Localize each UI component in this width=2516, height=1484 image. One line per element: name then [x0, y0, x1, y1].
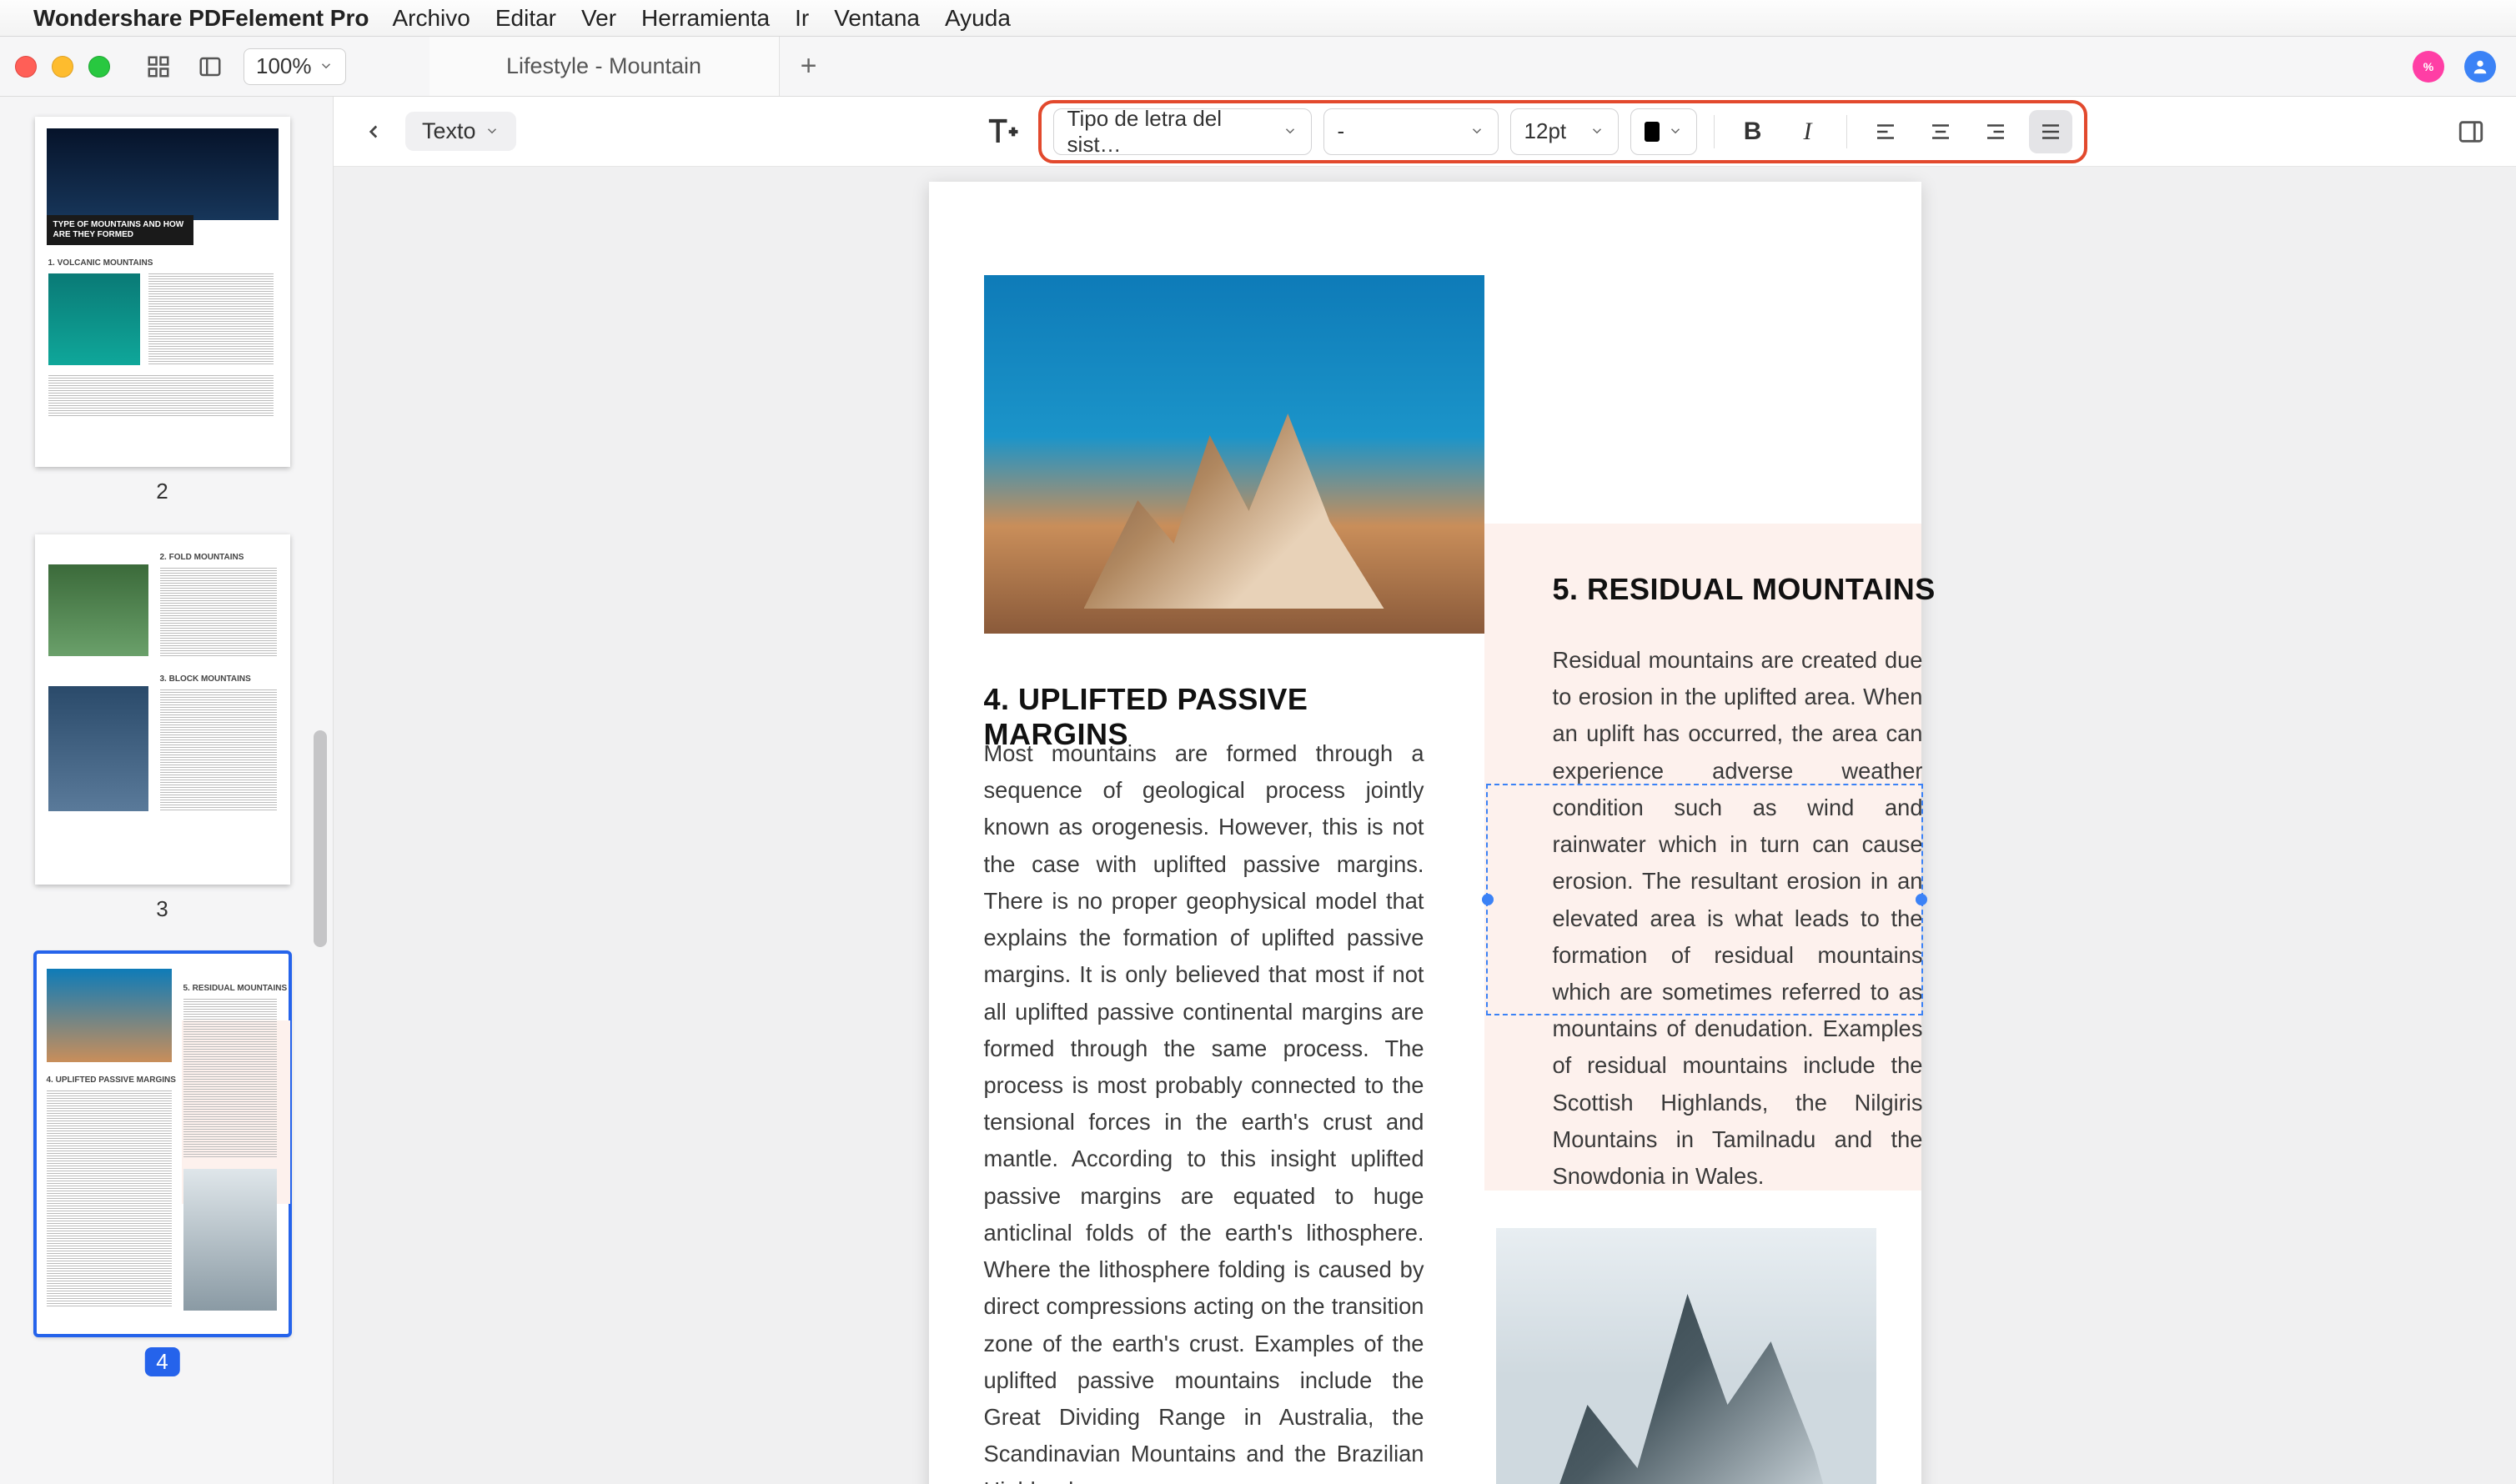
sidebar-scrollbar[interactable]	[311, 97, 329, 1484]
thumb2-sub: 1. VOLCANIC MOUNTAINS	[48, 258, 153, 268]
page-thumbnail-2[interactable]: TYPE OF MOUNTAINS AND HOW ARE THEY FORME…	[35, 117, 290, 467]
promo-badge-icon[interactable]: %	[2413, 51, 2444, 83]
menu-herramienta[interactable]: Herramienta	[641, 5, 770, 32]
zoom-value: 100%	[256, 53, 312, 79]
thumb3-sub2: 3. BLOCK MOUNTAINS	[160, 674, 251, 684]
color-swatch	[1645, 122, 1660, 142]
add-text-icon[interactable]	[980, 110, 1023, 153]
body-section-5[interactable]: Residual mountains are created due to er…	[1553, 642, 1923, 1195]
divider	[1846, 115, 1847, 148]
sidebar-scrollbar-thumb[interactable]	[314, 730, 327, 947]
page-image-mountain-grey[interactable]	[1496, 1228, 1876, 1484]
window-traffic-lights	[15, 56, 110, 78]
edit-mode-label: Texto	[422, 118, 476, 144]
window-toolbar: 100% Lifestyle - Mountain + %	[0, 37, 2516, 97]
format-toolbar: Texto Tipo de letra del sist… - 12pt	[334, 97, 2516, 167]
window-close-button[interactable]	[15, 56, 37, 78]
menu-ventana[interactable]: Ventana	[834, 5, 920, 32]
macos-menubar: Wondershare PDFelement Pro Archivo Edita…	[0, 0, 2516, 37]
menu-editar[interactable]: Editar	[495, 5, 556, 32]
zoom-dropdown[interactable]: 100%	[244, 48, 346, 85]
align-right-button[interactable]	[1974, 110, 2017, 153]
page-thumbnail-3[interactable]: 2. FOLD MOUNTAINS 3. BLOCK MOUNTAINS	[35, 534, 290, 885]
properties-panel-toggle-icon[interactable]	[2449, 110, 2493, 153]
chevron-down-icon	[1589, 118, 1605, 144]
document-page-4[interactable]: 4. UPLIFTED PASSIVE MARGINS Most mountai…	[929, 182, 1921, 1484]
chevron-down-icon	[1469, 118, 1484, 144]
thumbnails-grid-icon[interactable]	[140, 48, 177, 85]
account-icon[interactable]	[2464, 51, 2496, 83]
align-justify-button[interactable]	[2029, 110, 2072, 153]
thumb3-sub1: 2. FOLD MOUNTAINS	[160, 553, 244, 563]
font-size-value: 12pt	[1524, 118, 1567, 144]
document-tabbar: Lifestyle - Mountain +	[429, 37, 838, 96]
font-size-dropdown[interactable]: 12pt	[1510, 108, 1619, 155]
font-color-dropdown[interactable]	[1630, 108, 1697, 155]
divider	[1714, 115, 1715, 148]
page-number-2: 2	[25, 479, 299, 504]
chevron-down-icon	[485, 118, 500, 144]
page-number-4: 4	[144, 1347, 179, 1376]
font-family-value: Tipo de letra del sist…	[1067, 106, 1274, 158]
menu-archivo[interactable]: Archivo	[392, 5, 470, 32]
chevron-down-icon	[1668, 118, 1683, 144]
text-format-cluster: Tipo de letra del sist… - 12pt B I	[1038, 100, 2087, 163]
menu-ir[interactable]: Ir	[795, 5, 809, 32]
document-canvas[interactable]: 4. UPLIFTED PASSIVE MARGINS Most mountai…	[334, 167, 2516, 1484]
align-center-button[interactable]	[1919, 110, 1962, 153]
font-style-dropdown[interactable]: -	[1323, 108, 1499, 155]
page-thumbnail-4[interactable]: 5. RESIDUAL MOUNTAINS 4. UPLIFTED PASSIV…	[35, 952, 290, 1336]
new-tab-button[interactable]: +	[780, 37, 838, 96]
thumb2-title: TYPE OF MOUNTAINS AND HOW ARE THEY FORME…	[53, 220, 184, 239]
bold-button[interactable]: B	[1731, 110, 1775, 153]
app-name[interactable]: Wondershare PDFelement Pro	[33, 5, 369, 32]
back-button[interactable]	[357, 115, 390, 148]
page-number-3: 3	[25, 896, 299, 922]
body-section-4[interactable]: Most mountains are formed through a sequ…	[984, 735, 1424, 1484]
sidebar-toggle-icon[interactable]	[192, 48, 228, 85]
window-minimize-button[interactable]	[52, 56, 73, 78]
font-style-value: -	[1338, 118, 1345, 144]
page-thumbnails-panel: TYPE OF MOUNTAINS AND HOW ARE THEY FORME…	[0, 97, 334, 1484]
edit-mode-dropdown[interactable]: Texto	[405, 112, 516, 151]
chevron-down-icon	[319, 53, 334, 79]
italic-button[interactable]: I	[1786, 110, 1830, 153]
tab-title: Lifestyle - Mountain	[506, 53, 701, 79]
align-left-button[interactable]	[1864, 110, 1907, 153]
menu-ver[interactable]: Ver	[581, 5, 616, 32]
menu-ayuda[interactable]: Ayuda	[945, 5, 1011, 32]
document-tab[interactable]: Lifestyle - Mountain	[429, 37, 780, 96]
heading-section-5[interactable]: 5. RESIDUAL MOUNTAINS	[1553, 572, 1936, 607]
page-image-mountain-sunset[interactable]	[984, 275, 1484, 634]
window-zoom-button[interactable]	[88, 56, 110, 78]
font-family-dropdown[interactable]: Tipo de letra del sist…	[1053, 108, 1312, 155]
chevron-down-icon	[1283, 118, 1298, 144]
